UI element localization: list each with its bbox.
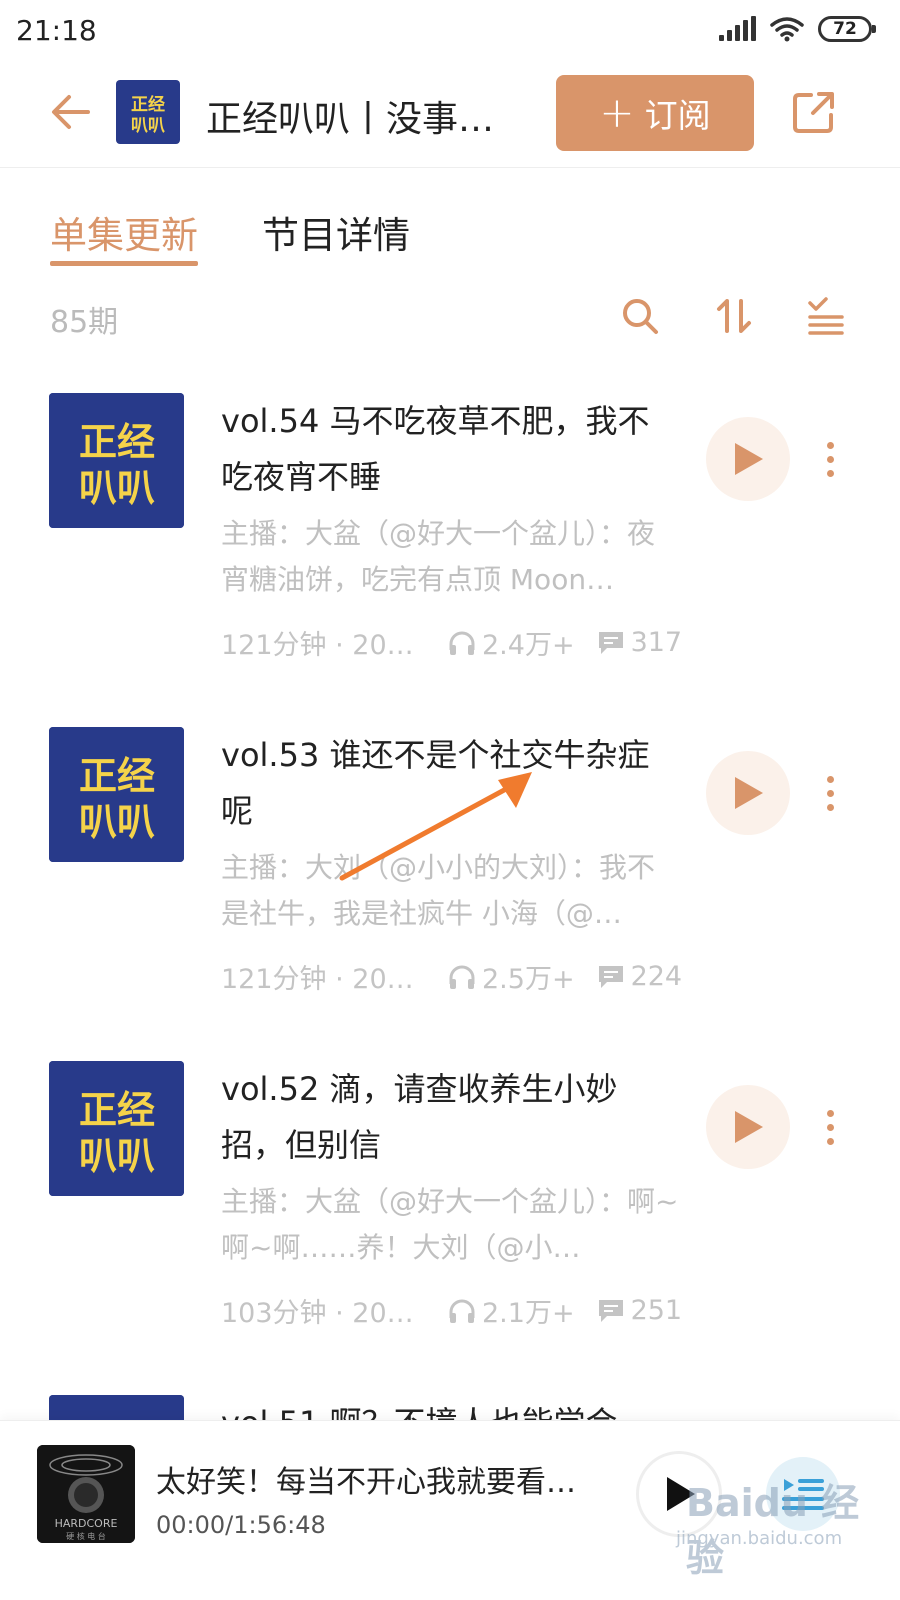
list-item[interactable]: 正经 vol.51 啊？不撞人也能学会 xyxy=(0,1395,900,1420)
episode-cover: 正经 叭叭 xyxy=(49,1061,184,1196)
mini-player[interactable]: HARDCORE 硬 核 电 台 太好笑！每当不开心我就要看… 00:00/1:… xyxy=(0,1420,900,1600)
signal-icon xyxy=(719,16,756,41)
episode-description: 主播：大盆（@好大一个盆儿）：啊~啊~啊……养！大刘（@小… xyxy=(221,1185,679,1264)
headphones-icon xyxy=(448,964,476,990)
search-icon xyxy=(623,299,658,334)
cover-brand-text: HARDCORE xyxy=(55,1517,118,1530)
battery-icon: 72 xyxy=(818,16,876,42)
comment-icon xyxy=(597,1298,625,1324)
play-icon xyxy=(735,443,763,475)
status-time: 21:18 xyxy=(16,14,97,47)
more-options-button[interactable] xyxy=(816,763,844,823)
play-icon xyxy=(735,777,763,809)
headphones-icon xyxy=(448,1298,476,1324)
filter-button[interactable] xyxy=(804,294,848,338)
sort-button[interactable] xyxy=(712,294,756,338)
episode-title: vol.54 马不吃夜草不肥，我不吃夜宵不睡 xyxy=(221,402,650,496)
episode-duration: 121分钟 · 202… xyxy=(221,630,426,661)
episode-duration: 103分钟 · 202… xyxy=(221,1298,426,1329)
play-button[interactable] xyxy=(706,1085,790,1169)
episode-meta: 121分钟 · 202… 2.4万+ 317 xyxy=(221,623,691,662)
playlist-button[interactable] xyxy=(766,1457,840,1531)
status-bar: 21:18 72 xyxy=(0,0,900,62)
episode-comments: 251 xyxy=(630,1295,683,1326)
episode-comments: 224 xyxy=(630,961,683,992)
list-toolbar: 85期 xyxy=(0,292,900,344)
play-icon xyxy=(735,1111,763,1143)
play-button[interactable] xyxy=(706,417,790,501)
episode-cover: 正经 叭叭 xyxy=(49,727,184,862)
episode-title: vol.51 啊？不撞人也能学会 xyxy=(221,1395,681,1420)
cover-line1: 正经 xyxy=(79,754,155,798)
logo-line2: 叭叭 xyxy=(131,116,165,136)
episode-meta: 103分钟 · 202… 2.1万+ 251 xyxy=(221,1291,691,1330)
cover-line1: 正经 xyxy=(79,1088,155,1132)
episode-cover: 正经 叭叭 xyxy=(49,393,184,528)
headphones-icon xyxy=(448,630,476,656)
annotation-arrow xyxy=(339,772,532,881)
wifi-icon xyxy=(770,17,804,42)
back-button[interactable] xyxy=(42,86,98,138)
cover-line2: 叭叭 xyxy=(79,800,155,844)
episode-plays: 2.4万+ xyxy=(482,630,575,661)
share-button[interactable] xyxy=(786,86,842,138)
cover-line2: 叭叭 xyxy=(79,1134,155,1178)
comment-icon xyxy=(597,630,625,656)
logo-line1: 正经 xyxy=(131,94,165,115)
list-item[interactable]: 正经 叭叭 vol.54 马不吃夜草不肥，我不吃夜宵不睡 主播：大盆（@好大一个… xyxy=(0,393,900,693)
episode-plays: 2.1万+ xyxy=(482,1298,575,1329)
more-options-button[interactable] xyxy=(816,429,844,489)
filter-list-icon xyxy=(808,297,844,335)
episode-description: 主播：大盆（@好大一个盆儿）：夜宵糖油饼，吃完有点顶 Moon… xyxy=(221,517,656,596)
subscribe-label: 订阅 xyxy=(644,96,711,135)
subscribe-button[interactable]: + 订阅 xyxy=(556,75,754,151)
now-playing-cover: HARDCORE 硬 核 电 台 xyxy=(37,1445,135,1543)
comment-icon xyxy=(597,964,625,990)
episode-cover: 正经 xyxy=(49,1395,184,1420)
search-button[interactable] xyxy=(618,294,662,338)
episode-plays: 2.5万+ xyxy=(482,964,575,995)
page-title: 正经叭叭丨没事… xyxy=(206,99,495,140)
episode-comments: 317 xyxy=(630,627,683,658)
play-button[interactable] xyxy=(706,751,790,835)
share-icon xyxy=(793,92,834,133)
more-options-button[interactable] xyxy=(816,1097,844,1157)
episode-duration: 121分钟 · 202… xyxy=(221,964,426,995)
podcast-thumbnail: 正经 叭叭 xyxy=(116,80,180,144)
episode-count: 85期 xyxy=(50,305,119,340)
back-arrow-icon xyxy=(52,95,90,129)
mini-play-button[interactable] xyxy=(636,1451,722,1537)
playlist-icon xyxy=(782,1479,824,1510)
tab-episodes[interactable]: 单集更新 xyxy=(50,205,198,275)
episode-meta: 121分钟 · 202… 2.5万+ 224 xyxy=(221,957,691,996)
cover-brand-subtext: 硬 核 电 台 xyxy=(66,1531,106,1541)
sort-icon xyxy=(717,299,751,333)
now-playing-title: 太好笑！每当不开心我就要看… xyxy=(156,1465,576,1500)
tab-bar: 单集更新 节目详情 xyxy=(50,205,410,275)
now-playing-time: 00:00/1:56:48 xyxy=(156,1511,326,1539)
episode-title: vol.52 滴，请查收养生小妙招，但别信 xyxy=(221,1070,618,1164)
cover-line2: 叭叭 xyxy=(79,466,155,510)
tab-details[interactable]: 节目详情 xyxy=(262,205,410,275)
play-icon xyxy=(667,1477,695,1511)
list-item[interactable]: 正经 叭叭 vol.52 滴，请查收养生小妙招，但别信 主播：大盆（@好大一个盆… xyxy=(0,1061,900,1361)
plus-icon: + xyxy=(599,88,635,137)
status-icons: 72 xyxy=(719,16,876,42)
header-bar: 正经 叭叭 正经叭叭丨没事… + 订阅 xyxy=(0,62,900,168)
cover-line1: 正经 xyxy=(79,420,155,464)
